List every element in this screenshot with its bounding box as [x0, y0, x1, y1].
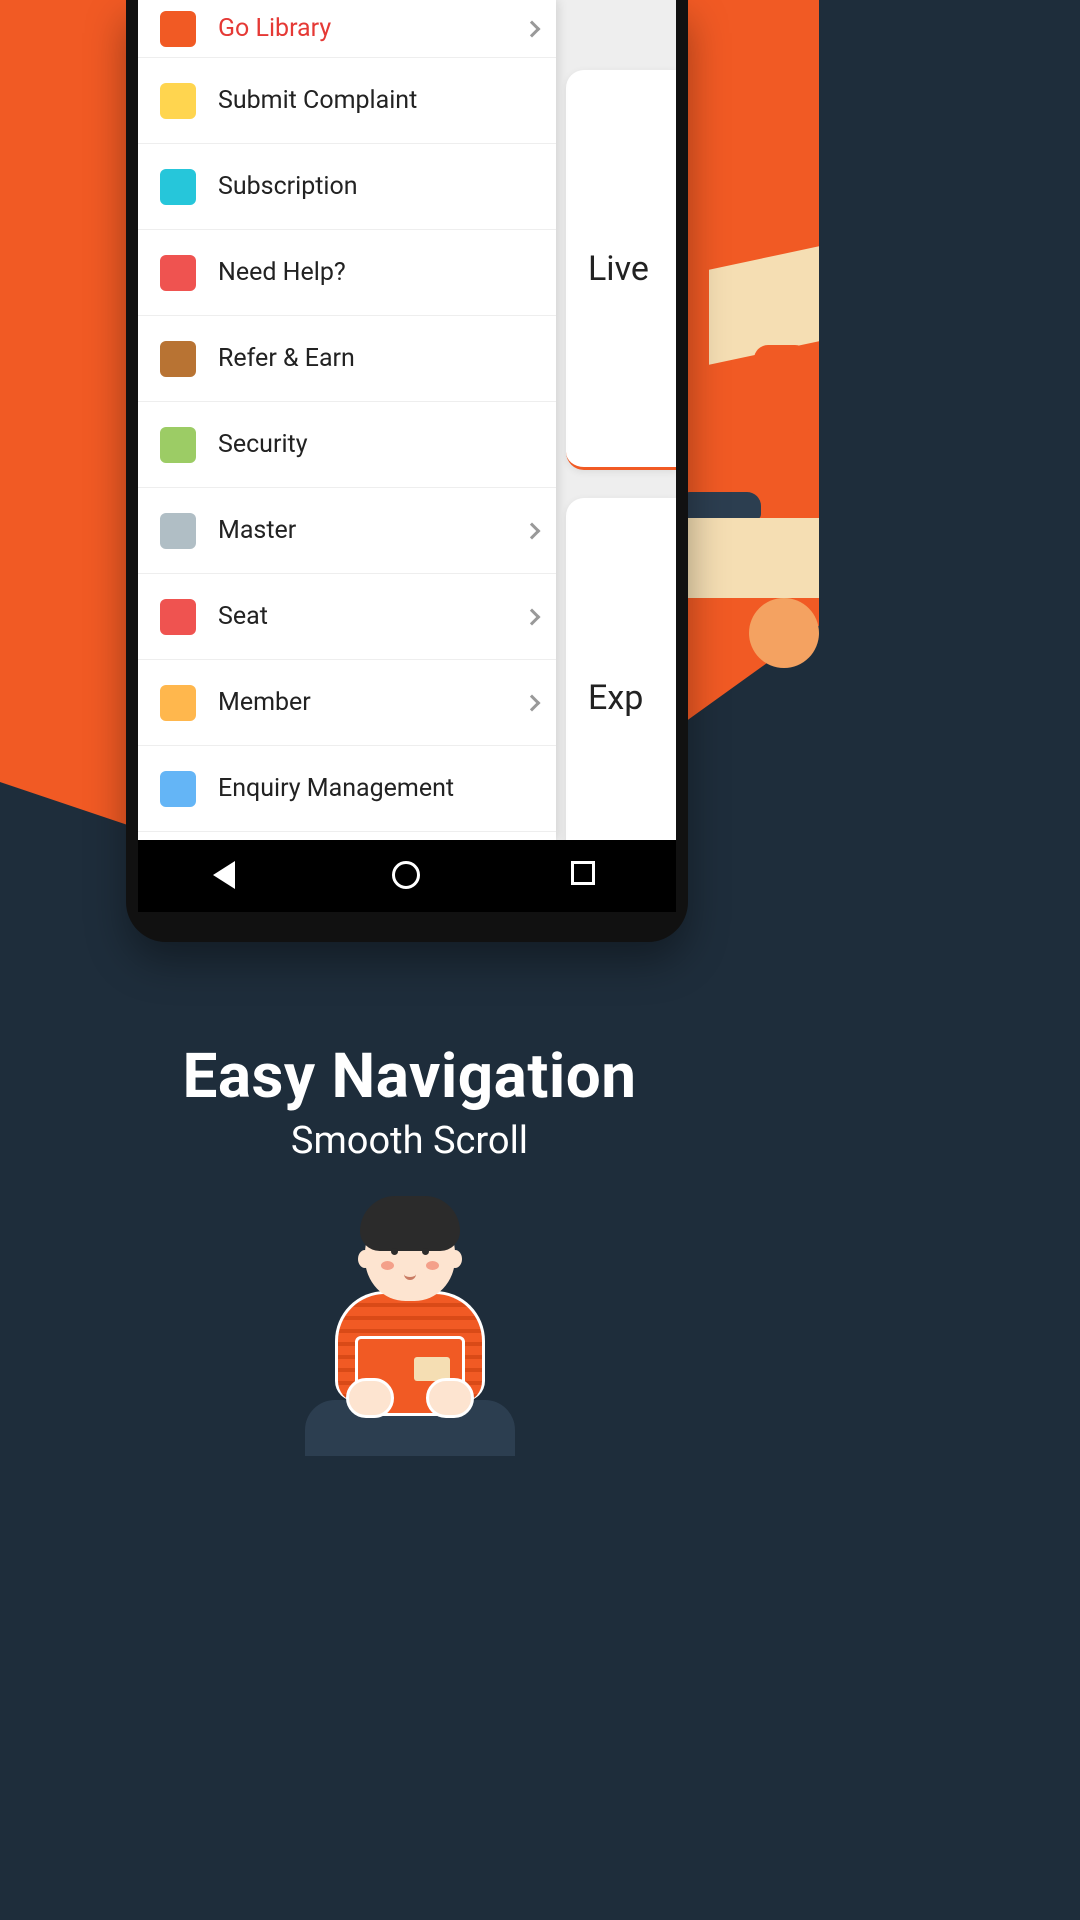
- android-home-button[interactable]: [392, 861, 422, 891]
- navigation-drawer[interactable]: Go Library Submit Complaint Subscription Ne…: [138, 0, 556, 840]
- android-recent-button[interactable]: [571, 861, 601, 891]
- subscription-icon: [160, 169, 196, 205]
- headline-subtitle: Smooth Scroll: [0, 1119, 819, 1163]
- sidebar-item-label: Go Library: [218, 14, 526, 43]
- sidebar-item-subscription[interactable]: Subscription: [138, 144, 556, 230]
- enquiry-management-icon: [160, 771, 196, 807]
- card-live-label: Live: [588, 249, 649, 289]
- sidebar-item-label: Master: [218, 516, 526, 545]
- chevron-right-icon: [524, 608, 541, 625]
- sidebar-item-label: Need Help?: [218, 258, 538, 287]
- sidebar-item-need-help[interactable]: Need Help?: [138, 230, 556, 316]
- sidebar-item-label: Submit Complaint: [218, 86, 538, 115]
- seat-icon: [160, 599, 196, 635]
- android-nav-bar: [138, 840, 676, 912]
- sidebar-item-security[interactable]: Security: [138, 402, 556, 488]
- sidebar-item-submit-complaint[interactable]: Submit Complaint: [138, 58, 556, 144]
- sidebar-item-label: Security: [218, 430, 538, 459]
- sidebar-item-label: Subscription: [218, 172, 538, 201]
- phone-screen: Live Exp Go Library Submit Complaint Subsc…: [138, 0, 676, 912]
- sidebar-item-label: Seat: [218, 602, 526, 631]
- sidebar-item-label: Enquiry Management: [218, 774, 538, 803]
- card-exp[interactable]: Exp: [566, 498, 676, 898]
- card-live[interactable]: Live: [566, 70, 676, 470]
- master-icon: [160, 513, 196, 549]
- chevron-right-icon: [524, 20, 541, 37]
- sidebar-item-label: Member: [218, 688, 526, 717]
- security-icon: [160, 427, 196, 463]
- sidebar-item-refer-earn[interactable]: Refer & Earn: [138, 316, 556, 402]
- android-back-button[interactable]: [213, 861, 243, 891]
- phone-frame: Live Exp Go Library Submit Complaint Subsc…: [126, 0, 688, 942]
- sidebar-item-enquiry-management[interactable]: Enquiry Management: [138, 746, 556, 832]
- sidebar-item-master[interactable]: Master: [138, 488, 556, 574]
- refer-earn-icon: [160, 341, 196, 377]
- chevron-right-icon: [524, 522, 541, 539]
- content-behind-drawer: Live Exp: [556, 0, 676, 840]
- headline-title: Easy Navigation: [0, 1040, 819, 1113]
- member-icon: [160, 685, 196, 721]
- sidebar-item-go-library[interactable]: Go Library: [138, 0, 556, 58]
- chevron-right-icon: [524, 694, 541, 711]
- boy-illustration: [290, 1206, 530, 1456]
- sidebar-item-label: Refer & Earn: [218, 344, 538, 373]
- need-help-icon: [160, 255, 196, 291]
- marketing-headline: Easy Navigation Smooth Scroll: [0, 1040, 819, 1163]
- reader-illustration: [679, 240, 819, 660]
- go-library-icon: [160, 11, 196, 47]
- sidebar-item-seat[interactable]: Seat: [138, 574, 556, 660]
- sidebar-item-member[interactable]: Member: [138, 660, 556, 746]
- card-exp-label: Exp: [588, 678, 643, 718]
- submit-complaint-icon: [160, 83, 196, 119]
